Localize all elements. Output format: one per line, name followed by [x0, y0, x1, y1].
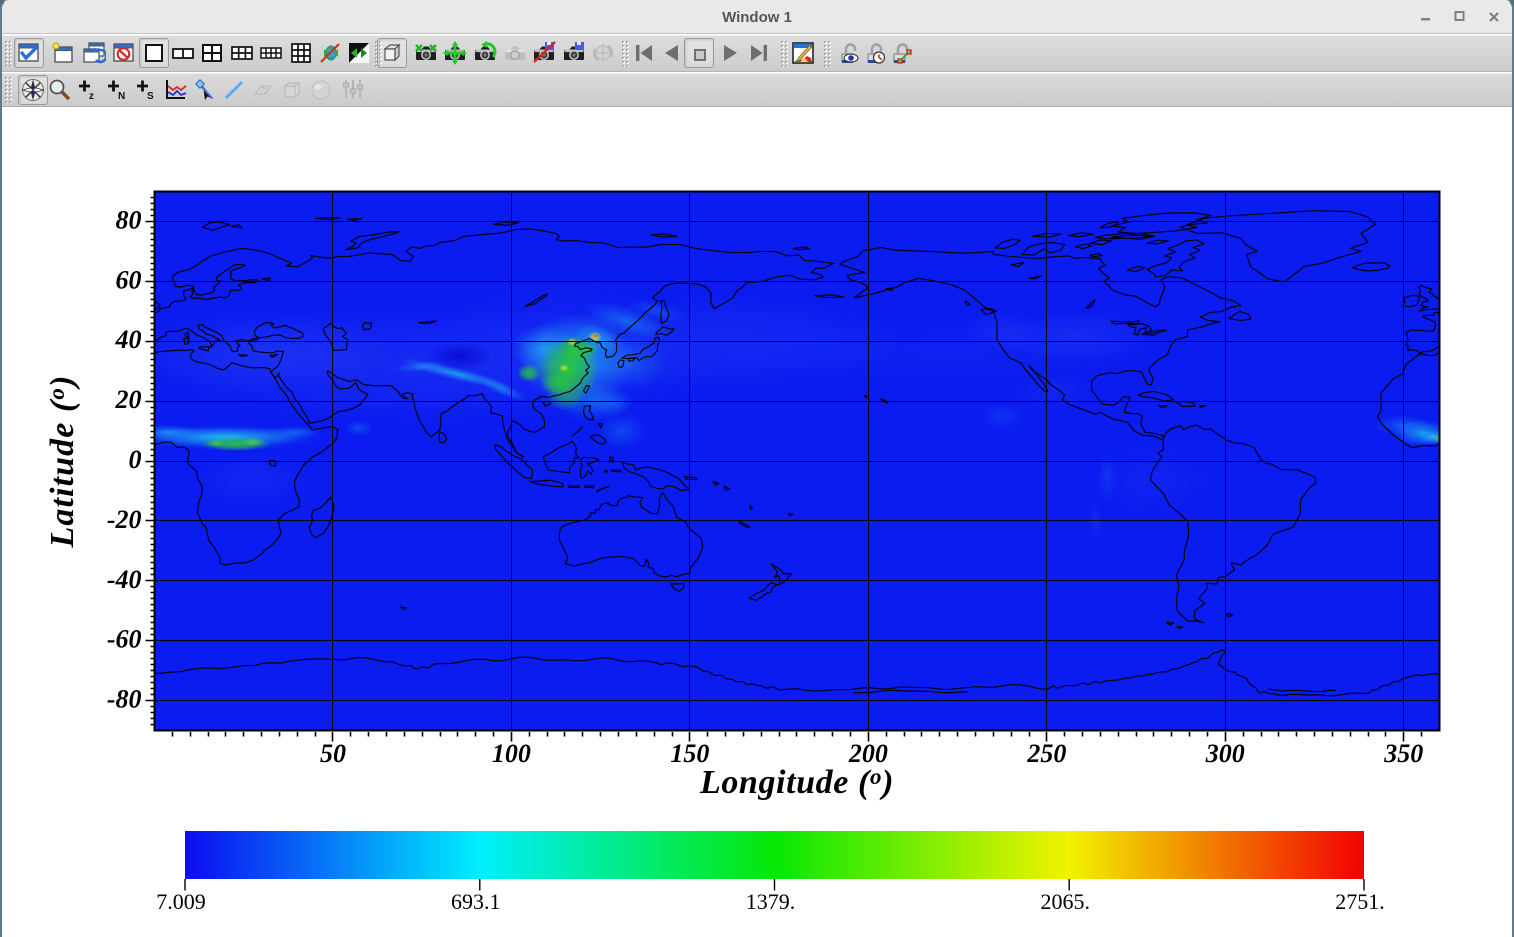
svg-text:N: N: [118, 91, 125, 102]
svg-text:z: z: [89, 91, 94, 102]
svg-text:0: 0: [129, 445, 142, 474]
svg-text:350: 350: [1383, 739, 1423, 768]
svg-text:S: S: [147, 91, 154, 102]
svg-text:1379.: 1379.: [746, 889, 796, 914]
svg-text:-20: -20: [107, 505, 142, 534]
svg-text:50: 50: [320, 739, 346, 768]
svg-text:-40: -40: [107, 565, 142, 594]
svg-text:Longitude (o): Longitude (o): [699, 764, 894, 801]
svg-text:100: 100: [492, 739, 531, 768]
svg-text:7.009: 7.009: [156, 889, 206, 914]
svg-text:-60: -60: [107, 625, 142, 654]
svg-text:40: 40: [115, 325, 142, 354]
svg-text:-80: -80: [107, 685, 142, 714]
svg-text:80: 80: [116, 205, 142, 234]
svg-text:2751.: 2751.: [1335, 889, 1385, 914]
svg-text:Latitude (o): Latitude (o): [44, 375, 81, 549]
svg-text:250: 250: [1026, 739, 1066, 768]
svg-text:300: 300: [1205, 739, 1245, 768]
svg-text:693.1: 693.1: [451, 889, 501, 914]
svg-text:20: 20: [115, 385, 142, 414]
svg-text:60: 60: [116, 265, 142, 294]
svg-text:2065.: 2065.: [1040, 889, 1090, 914]
